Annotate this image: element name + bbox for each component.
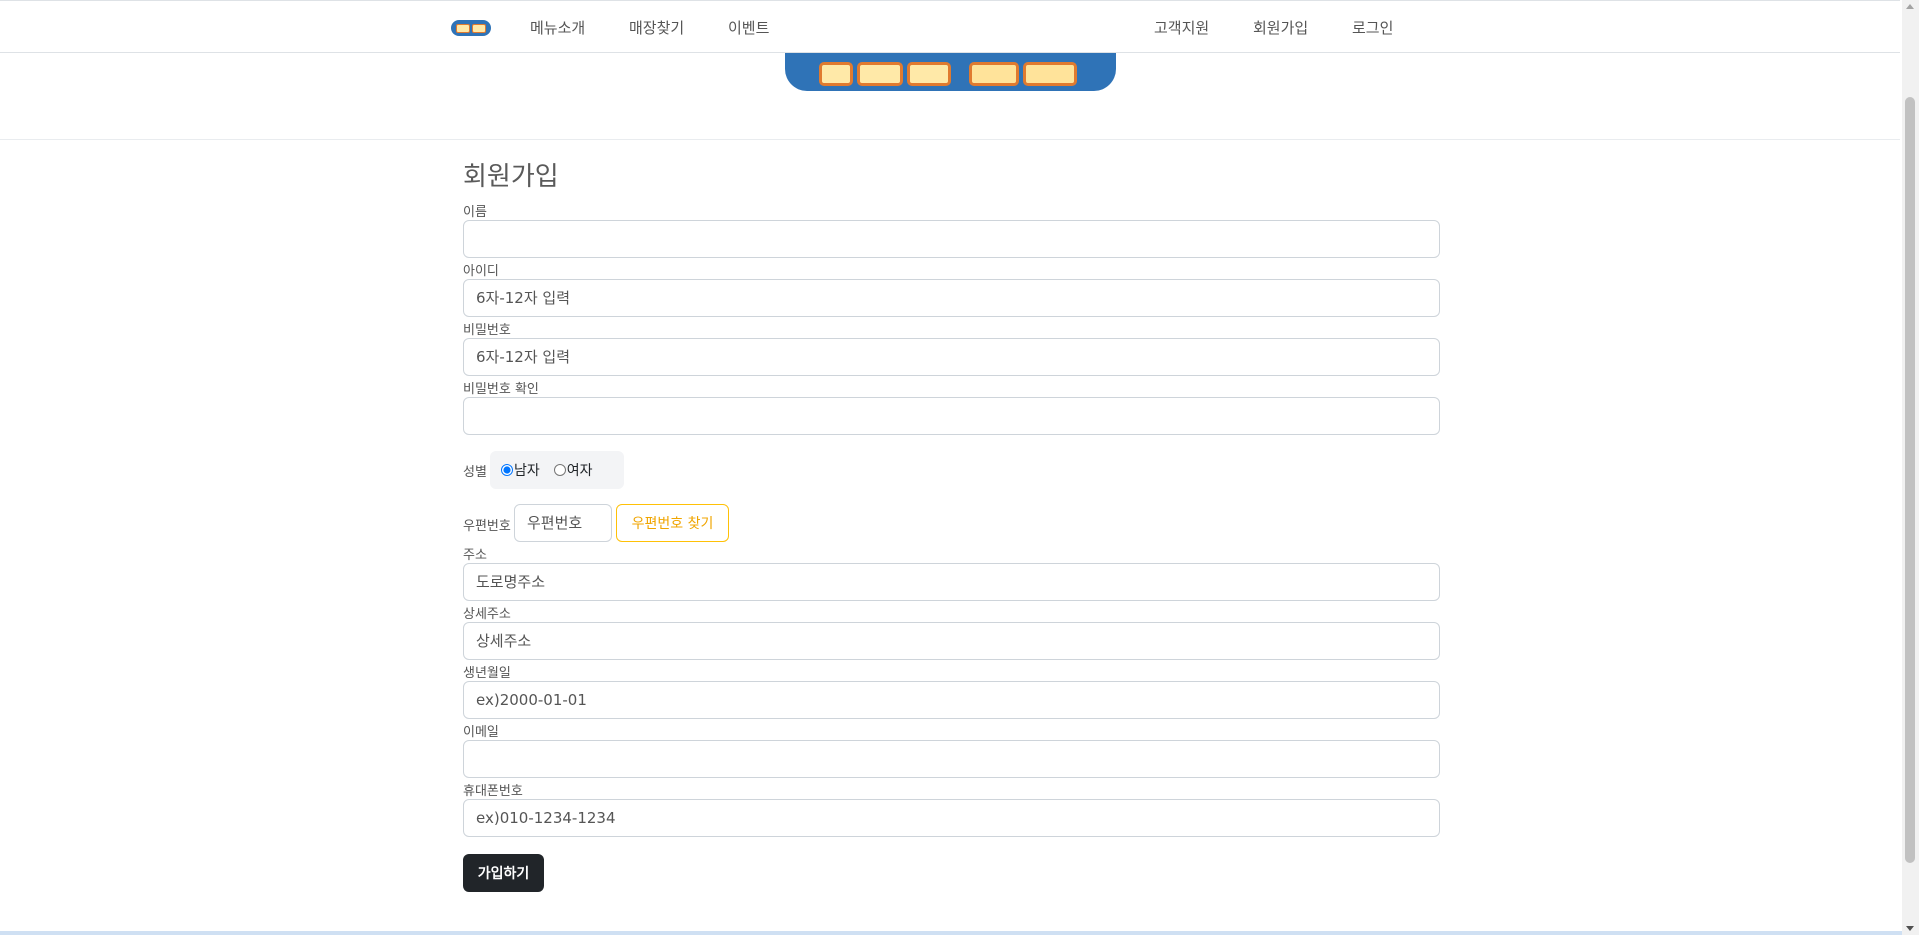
- vertical-scrollbar[interactable]: [1902, 0, 1919, 935]
- email-label: 이메일: [463, 725, 499, 740]
- email-input[interactable]: [463, 740, 1440, 778]
- address-detail-input[interactable]: [463, 622, 1440, 660]
- name-label: 이름: [463, 205, 487, 220]
- gender-radio-group: 남자 여자: [490, 451, 624, 489]
- gender-female-radio[interactable]: [553, 464, 566, 476]
- id-label: 아이디: [463, 264, 499, 279]
- nav-store-finder[interactable]: 매장찾기: [629, 17, 684, 38]
- birthdate-input[interactable]: [463, 681, 1440, 719]
- brand-logo[interactable]: [451, 20, 491, 36]
- gender-male-radio[interactable]: [501, 464, 513, 476]
- submit-signup-button[interactable]: 가입하기: [463, 854, 544, 892]
- scroll-up-arrow-icon[interactable]: [1906, 4, 1914, 9]
- password-input[interactable]: [463, 338, 1440, 376]
- zip-input[interactable]: [514, 504, 612, 542]
- password-confirm-label: 비밀번호 확인: [463, 382, 539, 397]
- nav-login[interactable]: 로그인: [1352, 17, 1393, 38]
- banner-area: [0, 53, 1900, 140]
- password-confirm-input[interactable]: [463, 397, 1440, 435]
- id-input[interactable]: [463, 279, 1440, 317]
- gender-label: 성별: [463, 465, 487, 480]
- nav-menu-intro[interactable]: 메뉴소개: [530, 17, 585, 38]
- zip-label: 우편번호: [463, 519, 511, 534]
- address-label: 주소: [463, 548, 487, 563]
- birthdate-label: 생년월일: [463, 666, 511, 681]
- phone-input[interactable]: [463, 799, 1440, 837]
- phone-label: 휴대폰번호: [463, 784, 523, 799]
- find-zip-button[interactable]: 우편번호 찾기: [616, 504, 729, 542]
- gender-female-label: 여자: [566, 463, 593, 479]
- address-input[interactable]: [463, 563, 1440, 601]
- nav-event[interactable]: 이벤트: [728, 17, 769, 38]
- name-input[interactable]: [463, 220, 1440, 258]
- page-title: 회원가입: [463, 162, 559, 192]
- scroll-down-arrow-icon[interactable]: [1906, 926, 1914, 931]
- password-label: 비밀번호: [463, 323, 511, 338]
- bottom-strip: [0, 931, 1902, 935]
- nav-customer-support[interactable]: 고객지원: [1154, 17, 1209, 38]
- gender-male-label: 남자: [514, 463, 540, 479]
- gender-female-option[interactable]: 여자: [553, 460, 593, 480]
- nav-sign-up[interactable]: 회원가입: [1253, 17, 1308, 38]
- scroll-thumb[interactable]: [1905, 97, 1915, 863]
- gender-male-option[interactable]: 남자: [501, 460, 540, 480]
- banner-logo-image: [785, 53, 1116, 91]
- address-detail-label: 상세주소: [463, 607, 511, 622]
- top-navbar: 메뉴소개 매장찾기 이벤트 고객지원 회원가입 로그인: [0, 0, 1900, 53]
